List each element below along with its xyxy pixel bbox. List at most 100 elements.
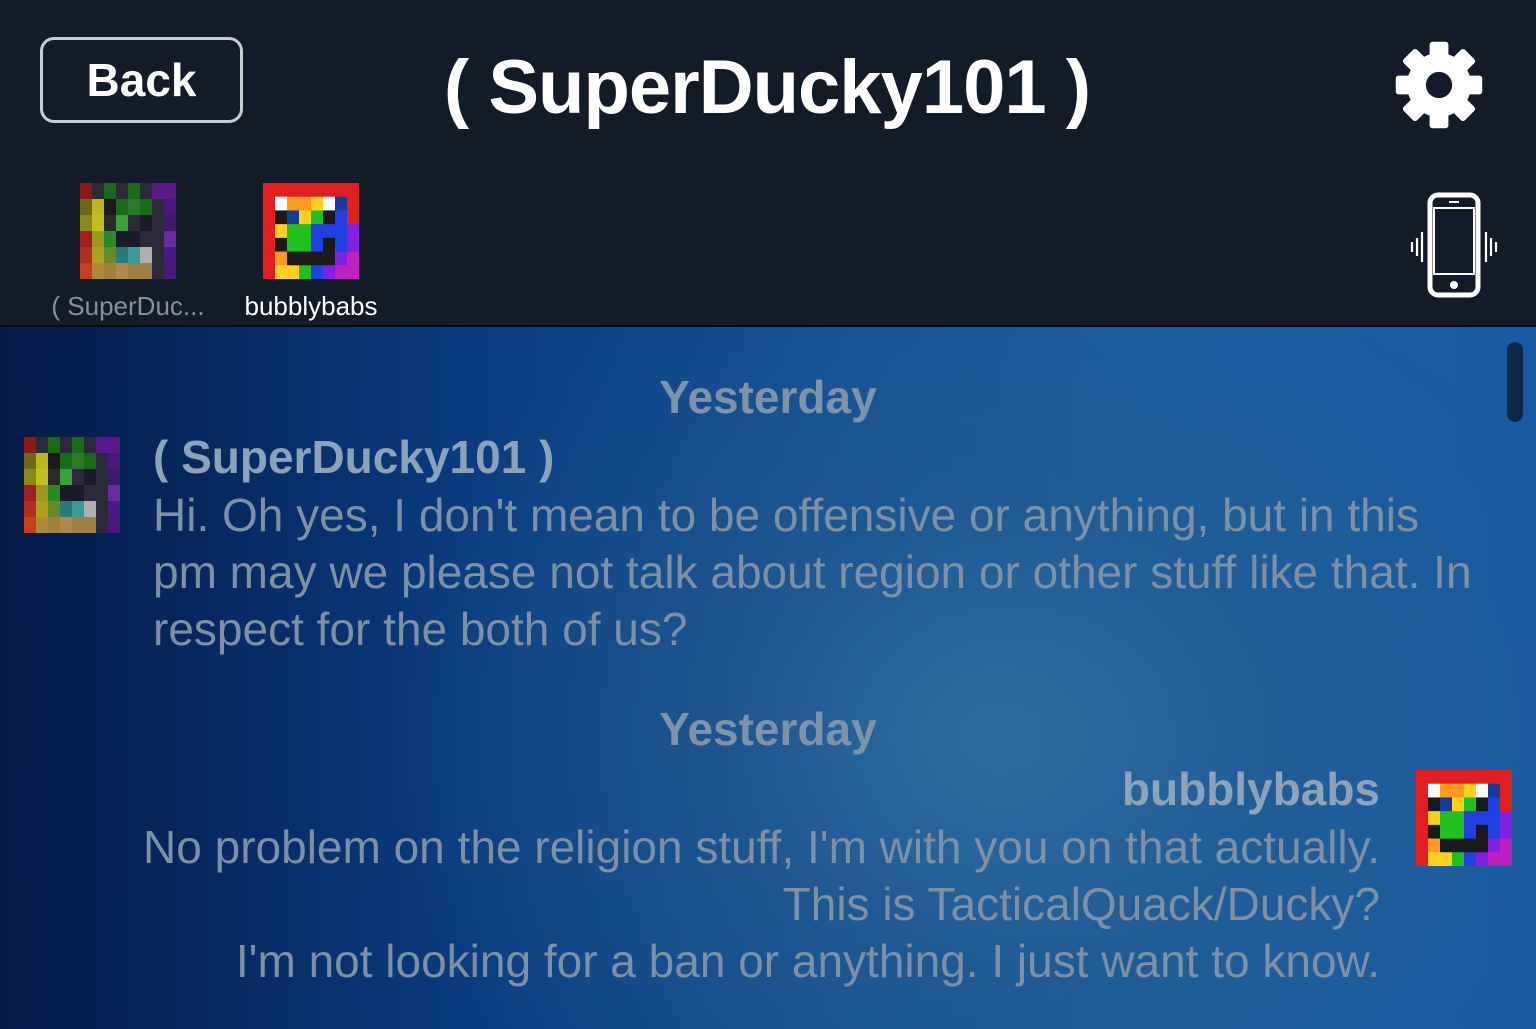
avatar-pixel bbox=[152, 215, 165, 232]
message-sender: bubblybabs bbox=[1121, 763, 1380, 815]
avatar-pixel bbox=[335, 183, 348, 198]
avatar-pixel bbox=[287, 251, 300, 266]
avatar-pixel bbox=[287, 210, 300, 225]
avatar-pixel bbox=[323, 251, 336, 266]
avatar-pixel bbox=[275, 251, 288, 266]
avatar-pixel bbox=[104, 199, 117, 216]
avatar-pixel bbox=[1464, 797, 1477, 812]
avatar-pixel bbox=[92, 199, 105, 216]
avatar-pixel bbox=[1452, 783, 1465, 798]
avatar-pixel bbox=[116, 183, 129, 200]
avatar-pixel bbox=[48, 437, 61, 454]
avatar-pixel bbox=[1488, 797, 1501, 812]
participant-name: ( SuperDuc... bbox=[51, 291, 205, 321]
phone-vibrate-icon[interactable] bbox=[1408, 192, 1500, 300]
avatar-pixel bbox=[84, 517, 97, 533]
avatar-pixel bbox=[1452, 770, 1465, 785]
avatar-pixel bbox=[164, 247, 176, 264]
avatar-pixel bbox=[72, 453, 85, 470]
avatar-pixel bbox=[104, 183, 117, 200]
avatar-pixel bbox=[128, 263, 141, 279]
avatar-pixel bbox=[36, 453, 49, 470]
participant-superducky[interactable]: ( SuperDuc... bbox=[43, 183, 213, 322]
avatar-pixel bbox=[96, 517, 109, 533]
message-body: No problem on the religion stuff, I'm wi… bbox=[80, 819, 1380, 990]
avatar[interactable] bbox=[1416, 770, 1512, 866]
avatar-pixel bbox=[140, 215, 153, 232]
avatar-pixel bbox=[1464, 824, 1477, 839]
avatar-pixel bbox=[1500, 811, 1512, 826]
avatar-pixel bbox=[311, 183, 324, 198]
avatar[interactable] bbox=[24, 437, 120, 533]
date-separator: Yesterday bbox=[659, 371, 877, 423]
avatar-pixel bbox=[108, 437, 120, 454]
avatar-pixel bbox=[1464, 770, 1477, 785]
avatar-pixel bbox=[335, 196, 348, 211]
avatar-pixel bbox=[116, 247, 129, 264]
avatar-pixel bbox=[1476, 797, 1489, 812]
avatar-pixel bbox=[164, 231, 176, 248]
avatar-pixel bbox=[84, 485, 97, 502]
avatar-pixel bbox=[1440, 824, 1453, 839]
avatar-pixel bbox=[140, 231, 153, 248]
header-bar: Back ( SuperDucky101 ) ( SuperDuc... bub… bbox=[0, 0, 1536, 326]
avatar-pixel bbox=[116, 263, 129, 279]
avatar-pixel bbox=[108, 485, 120, 502]
avatar-pixel bbox=[1440, 797, 1453, 812]
avatar-pixel bbox=[108, 517, 120, 533]
avatar-pixel bbox=[1488, 770, 1501, 785]
message-line: pm may we please not talk about region o… bbox=[153, 546, 1472, 598]
avatar-pixel bbox=[1428, 783, 1441, 798]
avatar-pixel bbox=[140, 247, 153, 264]
avatar-pixel bbox=[36, 437, 49, 454]
avatar-pixel bbox=[164, 199, 176, 216]
avatar-pixel bbox=[92, 231, 105, 248]
avatar-pixel bbox=[152, 183, 165, 200]
avatar bbox=[80, 183, 176, 279]
avatar-pixel bbox=[263, 237, 276, 252]
avatar-pixel bbox=[299, 196, 312, 211]
avatar-pixel bbox=[1476, 770, 1489, 785]
avatar-pixel bbox=[1488, 852, 1501, 866]
date-separator: Yesterday bbox=[659, 703, 877, 755]
avatar-pixel bbox=[48, 453, 61, 470]
avatar-pixel bbox=[311, 265, 324, 279]
avatar-pixel bbox=[1440, 838, 1453, 853]
avatar-pixel bbox=[335, 265, 348, 279]
avatar-pixel bbox=[84, 469, 97, 486]
avatar-pixel bbox=[1476, 811, 1489, 826]
message-sender: ( SuperDucky101 ) bbox=[153, 431, 555, 483]
avatar-pixel bbox=[116, 231, 129, 248]
avatar-pixel bbox=[311, 251, 324, 266]
conversation-title: ( SuperDucky101 ) bbox=[0, 38, 1536, 138]
avatar-pixel bbox=[287, 224, 300, 239]
avatar-pixel bbox=[1416, 852, 1429, 866]
avatar-pixel bbox=[1452, 811, 1465, 826]
avatar-pixel bbox=[311, 237, 324, 252]
participant-bubblybabs[interactable]: bubblybabs bbox=[238, 183, 384, 322]
avatar-pixel bbox=[140, 263, 153, 279]
avatar-pixel bbox=[1452, 852, 1465, 866]
avatar-pixel bbox=[96, 501, 109, 518]
avatar-pixel bbox=[128, 247, 141, 264]
avatar-pixel bbox=[96, 469, 109, 486]
avatar-pixel bbox=[1428, 797, 1441, 812]
avatar-pixel bbox=[48, 469, 61, 486]
avatar-pixel bbox=[1464, 838, 1477, 853]
avatar-pixel bbox=[347, 210, 359, 225]
avatar-pixel bbox=[323, 265, 336, 279]
avatar-pixel bbox=[263, 196, 276, 211]
gear-icon[interactable] bbox=[1392, 38, 1486, 132]
avatar-pixel bbox=[92, 215, 105, 232]
message-line: No problem on the religion stuff, I'm wi… bbox=[143, 821, 1380, 873]
avatar-pixel bbox=[1416, 783, 1429, 798]
avatar-pixel bbox=[1428, 824, 1441, 839]
avatar-pixel bbox=[1440, 852, 1453, 866]
avatar-pixel bbox=[1428, 770, 1441, 785]
avatar-pixel bbox=[116, 215, 129, 232]
avatar-pixel bbox=[72, 485, 85, 502]
message-list[interactable]: Yesterday ( SuperDucky101 ) Hi. Oh yes, … bbox=[0, 327, 1536, 1029]
avatar-pixel bbox=[24, 437, 37, 454]
avatar-pixel bbox=[1428, 811, 1441, 826]
avatar-pixel bbox=[84, 453, 97, 470]
